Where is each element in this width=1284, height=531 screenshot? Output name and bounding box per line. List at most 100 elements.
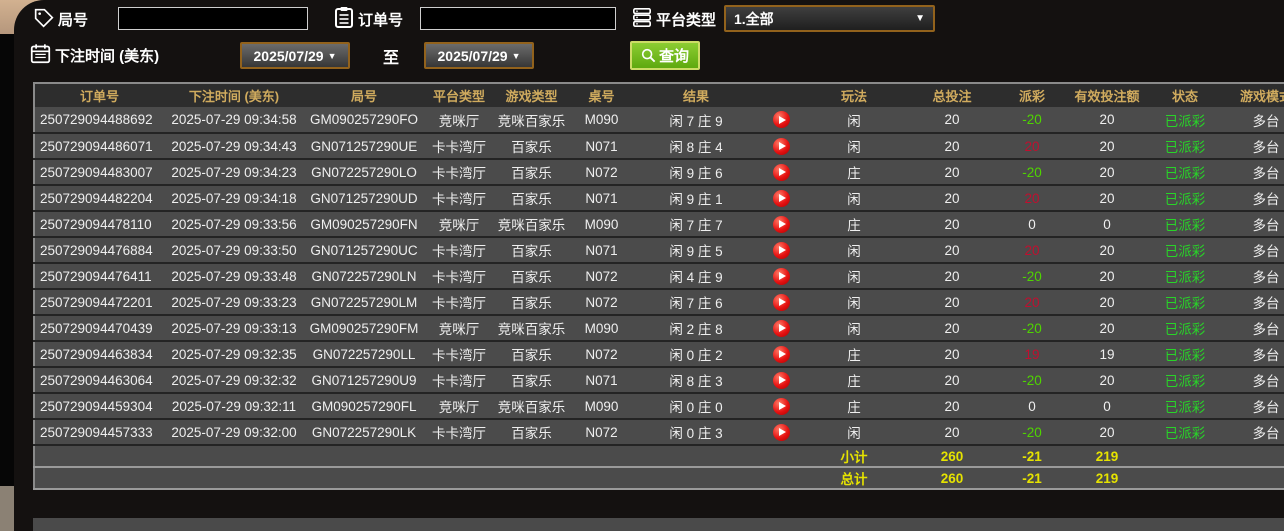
column-header: 局号 [304,83,424,107]
game-mode-cell: 多台 [1220,419,1284,445]
date-to-picker[interactable]: 2025/07/29 ▼ [424,42,534,69]
column-header: 订单号 [34,83,164,107]
video-cell [758,419,804,445]
table-row: 250729094457333 2025-07-29 09:32:00 GN07… [34,419,1284,445]
valid-bet-cell: 20 [1064,289,1150,315]
platform-type-cell: 卡卡湾厅 [424,133,494,159]
play-video-button[interactable] [773,372,790,389]
play-video-button[interactable] [773,320,790,337]
valid-bet-cell: 19 [1064,341,1150,367]
play-video-button[interactable] [773,164,790,181]
round-id-cell: GN071257290UC [304,237,424,263]
game-mode-cell: 多台 [1220,107,1284,133]
game-type-cell: 竞咪百家乐 [494,107,569,133]
subtotal-row: 小计 260 -21 219 [34,445,1284,467]
valid-bet-cell: 20 [1064,237,1150,263]
game-mode-cell: 多台 [1220,315,1284,341]
round-id-cell: GM090257290FN [304,211,424,237]
order-id-cell: 250729094476411 [34,263,164,289]
game-mode-cell: 多台 [1220,133,1284,159]
game-type-cell: 竞咪百家乐 [494,315,569,341]
video-cell [758,393,804,419]
table-number-cell: N072 [569,289,634,315]
bet-type-cell: 庄 [804,341,904,367]
round-number-label: 局号 [58,9,88,30]
video-cell [758,185,804,211]
date-from-value: 2025/07/29 [254,48,324,64]
game-type-cell: 竞咪百家乐 [494,211,569,237]
table-row: 250729094470439 2025-07-29 09:33:13 GM09… [34,315,1284,341]
play-video-button[interactable] [773,424,790,441]
result-cell: 闲 8 庄 4 [634,133,758,159]
grand-total-payout: -21 [1000,467,1064,489]
platform-type-cell: 竞咪厅 [424,393,494,419]
platform-type-cell: 竞咪厅 [424,107,494,133]
order-id-cell: 250729094463834 [34,341,164,367]
column-header: 总投注 [904,83,1000,107]
order-id-cell: 250729094488692 [34,107,164,133]
query-button[interactable]: 查询 [630,41,700,70]
status-cell: 已派彩 [1150,419,1220,445]
round-id-cell: GN071257290UE [304,133,424,159]
column-header [758,83,804,107]
bet-type-cell: 闲 [804,185,904,211]
platform-type-cell: 卡卡湾厅 [424,263,494,289]
order-id-cell: 250729094459304 [34,393,164,419]
payout-cell: 20 [1000,289,1064,315]
table-row: 250729094463834 2025-07-29 09:32:35 GN07… [34,341,1284,367]
table-number-cell: N072 [569,341,634,367]
order-id-cell: 250729094463064 [34,367,164,393]
play-video-button[interactable] [773,294,790,311]
bet-time-cell: 2025-07-29 09:33:13 [164,315,304,341]
status-cell: 已派彩 [1150,211,1220,237]
play-video-button[interactable] [773,346,790,363]
total-bet-cell: 20 [904,341,1000,367]
table-number-cell: N071 [569,133,634,159]
status-cell: 已派彩 [1150,367,1220,393]
game-mode-cell: 多台 [1220,393,1284,419]
date-from-picker[interactable]: 2025/07/29 ▼ [240,42,350,69]
bet-type-cell: 庄 [804,211,904,237]
chevron-down-icon: ▼ [915,13,933,24]
table-header-row: 订单号下注时间 (美东)局号平台类型游戏类型桌号结果玩法总投注派彩有效投注额状态… [34,83,1284,107]
platform-type-cell: 卡卡湾厅 [424,341,494,367]
play-video-button[interactable] [773,242,790,259]
bet-time-cell: 2025-07-29 09:34:23 [164,159,304,185]
bet-time-cell: 2025-07-29 09:34:58 [164,107,304,133]
platform-type-select[interactable]: 1.全部 ▼ [724,5,935,32]
bet-time-cell: 2025-07-29 09:34:18 [164,185,304,211]
date-to-value: 2025/07/29 [438,48,508,64]
result-cell: 闲 0 庄 0 [634,393,758,419]
subtotal-total-bet: 260 [904,445,1000,467]
column-header: 结果 [634,83,758,107]
round-number-input[interactable] [118,7,308,30]
table-number-cell: M090 [569,107,634,133]
game-type-cell: 百家乐 [494,159,569,185]
video-cell [758,237,804,263]
result-cell: 闲 9 庄 1 [634,185,758,211]
play-video-button[interactable] [773,138,790,155]
bet-time-cell: 2025-07-29 09:32:00 [164,419,304,445]
game-type-cell: 百家乐 [494,237,569,263]
play-video-button[interactable] [773,268,790,285]
calendar-icon [30,43,51,64]
payout-cell: -20 [1000,419,1064,445]
query-button-label: 查询 [659,45,689,66]
order-number-input[interactable] [420,7,616,30]
game-mode-cell: 多台 [1220,263,1284,289]
valid-bet-cell: 0 [1064,393,1150,419]
play-video-button[interactable] [773,398,790,415]
payout-cell: -20 [1000,159,1064,185]
table-number-cell: M090 [569,211,634,237]
table-number-cell: M090 [569,315,634,341]
play-video-button[interactable] [773,111,790,128]
order-id-cell: 250729094478110 [34,211,164,237]
result-cell: 闲 4 庄 9 [634,263,758,289]
bet-type-cell: 闲 [804,263,904,289]
game-mode-cell: 多台 [1220,237,1284,263]
play-video-button[interactable] [773,190,790,207]
play-video-button[interactable] [773,216,790,233]
game-mode-cell: 多台 [1220,289,1284,315]
chevron-down-icon: ▼ [512,51,521,61]
date-range-to-label: 至 [383,44,399,68]
